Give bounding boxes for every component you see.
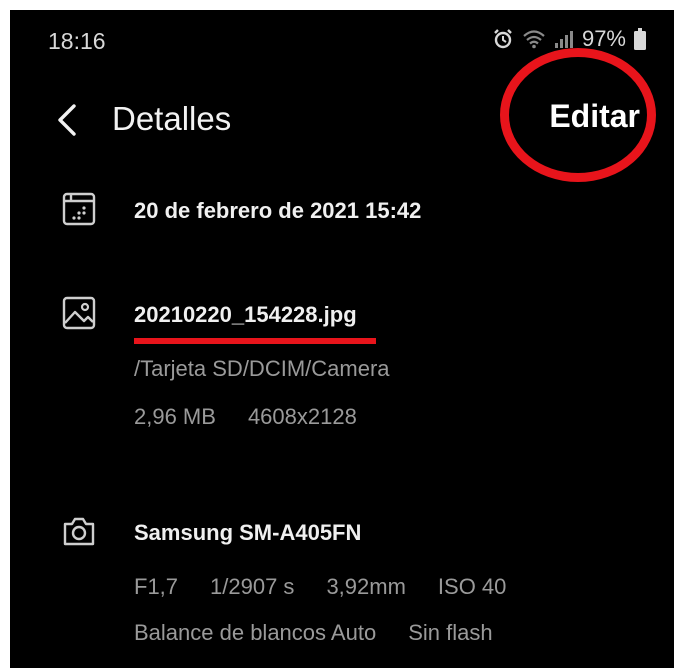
date-row: 20 de febrero de 2021 15:42 xyxy=(10,190,674,240)
file-size: 2,96 MB xyxy=(134,404,216,429)
status-bar: 18:16 97% xyxy=(10,10,674,70)
image-icon xyxy=(62,296,98,332)
calendar-icon xyxy=(62,192,98,228)
camera-icon xyxy=(62,514,98,550)
file-meta: 2,96 MB 4608x2128 xyxy=(134,404,654,430)
focal-length: 3,92mm xyxy=(326,574,406,599)
file-name: 20210220_154228.jpg xyxy=(134,302,357,327)
chevron-left-icon[interactable] xyxy=(54,102,80,138)
page-title: Detalles xyxy=(112,100,232,137)
filename-underline xyxy=(134,338,376,344)
shutter-speed: 1/2907 s xyxy=(210,574,295,599)
battery-percentage: 97% xyxy=(581,26,626,51)
battery-icon xyxy=(634,28,646,50)
wifi-icon xyxy=(522,29,546,49)
details-screen: 18:16 97% Detalles Editar 20 de febrero … xyxy=(10,10,674,668)
file-row: 20210220_154228.jpg /Tarjeta SD/DCIM/Cam… xyxy=(10,296,674,436)
white-balance: Balance de blancos Auto xyxy=(134,620,377,645)
iso: ISO 40 xyxy=(437,574,507,599)
camera-extras: Balance de blancos Auto Sin flash xyxy=(134,620,654,646)
status-time: 18:16 xyxy=(48,28,106,54)
camera-settings: F1,7 1/2907 s 3,92mm ISO 40 xyxy=(134,574,654,600)
alarm-icon xyxy=(492,28,514,50)
date-value: 20 de febrero de 2021 15:42 xyxy=(134,198,422,223)
camera-row: Samsung SM-A405FN F1,7 1/2907 s 3,92mm I… xyxy=(10,512,674,662)
app-header: Detalles Editar xyxy=(10,80,674,160)
file-path: /Tarjeta SD/DCIM/Camera xyxy=(134,356,390,381)
aperture: F1,7 xyxy=(134,574,179,599)
camera-model: Samsung SM-A405FN xyxy=(134,520,362,545)
edit-button[interactable]: Editar xyxy=(549,98,640,135)
file-resolution: 4608x2128 xyxy=(247,404,357,429)
flash-status: Sin flash xyxy=(408,620,493,645)
status-icons: 97% xyxy=(492,26,646,52)
signal-icon xyxy=(554,29,574,49)
